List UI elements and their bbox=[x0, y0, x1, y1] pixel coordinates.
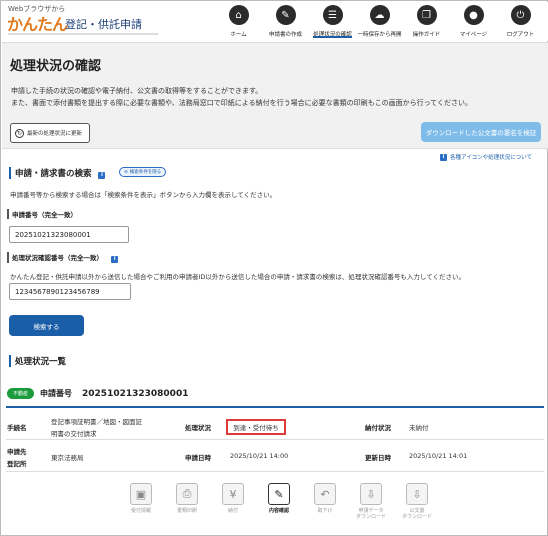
logo[interactable]: かんたん bbox=[7, 11, 68, 35]
action-print[interactable]: ⎙ 書類印刷 bbox=[164, 483, 210, 520]
help-link[interactable]: i 各種アイコンや処理状況について bbox=[439, 153, 532, 161]
refresh-icon: ↻ bbox=[15, 128, 24, 138]
procedure-name-value-cont: 明書の交付請求 bbox=[51, 430, 97, 438]
action-payment[interactable]: ¥ 納付 bbox=[210, 483, 256, 520]
search-heading: 申請・請求書の検索 i bbox=[9, 167, 106, 179]
payment-status-label: 納付状況 bbox=[365, 424, 391, 432]
search-hint: 申請番号等から検索する場合は「検索条件を表示」ボタンから入力欄を表示してください… bbox=[10, 191, 277, 199]
help-link-label: 各種アイコンや処理状況について bbox=[449, 155, 532, 161]
nav-label: 一時保存から再開 bbox=[357, 32, 402, 38]
action-review[interactable]: ✎ 内容確認 bbox=[256, 483, 302, 520]
action-bar: ▣ 受付情報 ⎙ 書類印刷 ¥ 納付 ✎ 内容確認 ↶ 取下げ ⇩ 申請データ … bbox=[118, 483, 440, 520]
application-number-label: 申請番号（完全一致） bbox=[7, 209, 77, 219]
action-label: 公文書 ダウンロード bbox=[401, 508, 432, 520]
nav-label: ホーム bbox=[230, 32, 247, 38]
info-icon: i bbox=[439, 153, 447, 161]
status-check-number-label-text: 処理状況確認番号（完全一致） bbox=[12, 254, 103, 262]
payment-status-value: 未納付 bbox=[409, 424, 429, 432]
result-header: 不動産 申請番号 20251021323080001 bbox=[7, 388, 188, 399]
info-icon[interactable]: i bbox=[111, 256, 119, 263]
action-label: 申請データ ダウンロード bbox=[355, 508, 386, 520]
status-check-number-input[interactable]: 1234567890123456789 bbox=[9, 283, 131, 300]
logo-subtitle: 登記・供託申請 bbox=[65, 18, 142, 31]
nav-label: 処理状況の確認 bbox=[313, 32, 352, 38]
nav-mypage[interactable]: ● マイページ bbox=[450, 2, 497, 41]
toggle-label: 検索条件を隠る bbox=[129, 170, 162, 175]
intro-line: 申請した手続の状況の確認や電子納付、公文書の取得等をすることができます。 bbox=[11, 87, 263, 95]
pen-icon: ✎ bbox=[275, 5, 296, 25]
applied-at-value: 2025/10/21 14:00 bbox=[230, 452, 289, 460]
status-label: 処理状況 bbox=[185, 424, 211, 432]
verify-signature-button[interactable]: ダウンロードした公文書の署名を検証 bbox=[421, 122, 541, 142]
nav-create-application[interactable]: ✎ 申請書の作成 bbox=[262, 2, 309, 41]
updated-at-label: 更新日時 bbox=[365, 454, 391, 462]
main-nav: ⌂ ホーム ✎ 申請書の作成 ☰ 処理状況の確認 ☁ 一時保存から再開 ❐ 操作… bbox=[215, 2, 544, 41]
yen-icon: ¥ bbox=[222, 483, 244, 505]
search-button[interactable]: 検索する bbox=[9, 315, 84, 336]
office-label: 申請先 bbox=[7, 448, 27, 456]
nav-home[interactable]: ⌂ ホーム bbox=[215, 2, 262, 41]
logout-icon: ⏻ bbox=[510, 5, 531, 25]
office-value: 東京法務局 bbox=[51, 454, 84, 462]
receipt-icon: ▣ bbox=[130, 483, 152, 505]
status-value: 到達・受付待ち bbox=[226, 419, 286, 435]
category-badge: 不動産 bbox=[7, 388, 35, 399]
download-icon: ⇩ bbox=[360, 483, 382, 505]
nav-label: 操作ガイド bbox=[412, 32, 441, 38]
row-separator bbox=[6, 439, 544, 440]
search-heading-text: 申請・請求書の検索 bbox=[15, 169, 92, 179]
action-receipt-info[interactable]: ▣ 受付情報 bbox=[118, 483, 164, 520]
action-label: 書類印刷 bbox=[176, 508, 197, 514]
applied-at-label: 申請日時 bbox=[185, 454, 211, 462]
nav-status-check[interactable]: ☰ 処理状況の確認 bbox=[309, 2, 356, 41]
result-divider bbox=[6, 406, 544, 408]
page-intro: 申請した手続の状況の確認や電子納付、公文書の取得等をすることができます。 また、… bbox=[11, 85, 531, 109]
refresh-status-button[interactable]: ↻ 最新の処理状況に更新 bbox=[10, 123, 90, 143]
procedure-name-value: 登記事項証明書／地図・図面証 bbox=[51, 418, 142, 426]
status-check-number-label: 処理状況確認番号（完全一致） i bbox=[7, 252, 119, 263]
page-title: 処理状況の確認 bbox=[10, 59, 102, 74]
download-icon: ⇩ bbox=[406, 483, 428, 505]
nav-label: 申請書の作成 bbox=[268, 32, 302, 38]
application-number-input[interactable]: 20251021323080001 bbox=[9, 226, 129, 243]
book-icon: ❐ bbox=[416, 5, 437, 25]
user-icon: ● bbox=[463, 5, 484, 25]
updated-at-value: 2025/10/21 14:01 bbox=[409, 452, 468, 460]
app-window: Webブラウザから かんたん 登記・供託申請 ⌂ ホーム ✎ 申請書の作成 ☰ … bbox=[0, 0, 548, 536]
toggle-search-conditions-button[interactable]: ⊖ 検索条件を隠る bbox=[119, 167, 167, 177]
nav-resume-draft[interactable]: ☁ 一時保存から再開 bbox=[356, 2, 403, 41]
intro-line: また、書面で添付書類を提出する際に必要な書類や、法務局窓口で印紙による納付を行う… bbox=[11, 99, 473, 107]
nav-guide[interactable]: ❐ 操作ガイド bbox=[403, 2, 450, 41]
action-download-application-data[interactable]: ⇩ 申請データ ダウンロード bbox=[348, 483, 394, 520]
action-download-official-document[interactable]: ⇩ 公文書 ダウンロード bbox=[394, 483, 440, 520]
action-label: 受付情報 bbox=[130, 508, 151, 514]
application-number-title: 申請番号 bbox=[40, 389, 73, 398]
row-separator bbox=[6, 471, 544, 472]
results-heading: 処理状況一覧 bbox=[9, 355, 66, 367]
undo-icon: ↶ bbox=[314, 483, 336, 505]
status-check-number-note: かんたん登記・供託申請以外から送信した場合やご利用の申請者ID以外から送信した場… bbox=[10, 273, 466, 281]
logo-fine-print bbox=[8, 33, 158, 35]
page-header-band: 処理状況の確認 申請した手続の状況の確認や電子納付、公文書の取得等をすることがで… bbox=[2, 42, 548, 149]
procedure-name-label: 手続名 bbox=[7, 424, 27, 432]
refresh-status-label: 最新の処理状況に更新 bbox=[27, 131, 83, 137]
minus-circle-icon: ⊖ bbox=[124, 169, 128, 175]
home-icon: ⌂ bbox=[228, 5, 249, 25]
action-label: 取下げ bbox=[317, 508, 333, 514]
action-label: 納付 bbox=[227, 508, 238, 514]
office-label-cont: 登記所 bbox=[7, 460, 27, 468]
application-number-value: 20251021323080001 bbox=[82, 388, 189, 399]
info-icon[interactable]: i bbox=[98, 172, 106, 179]
document-edit-icon: ✎ bbox=[268, 483, 290, 505]
action-label: 内容確認 bbox=[268, 508, 289, 514]
nav-logout[interactable]: ⏻ ログアウト bbox=[497, 2, 544, 41]
nav-label: ログアウト bbox=[506, 32, 535, 38]
header: Webブラウザから かんたん 登記・供託申請 ⌂ ホーム ✎ 申請書の作成 ☰ … bbox=[2, 2, 548, 41]
nav-label: マイページ bbox=[459, 32, 488, 38]
cloud-icon: ☁ bbox=[369, 5, 390, 25]
printer-icon: ⎙ bbox=[176, 483, 198, 505]
action-withdraw[interactable]: ↶ 取下げ bbox=[302, 483, 348, 520]
list-icon: ☰ bbox=[322, 5, 343, 25]
